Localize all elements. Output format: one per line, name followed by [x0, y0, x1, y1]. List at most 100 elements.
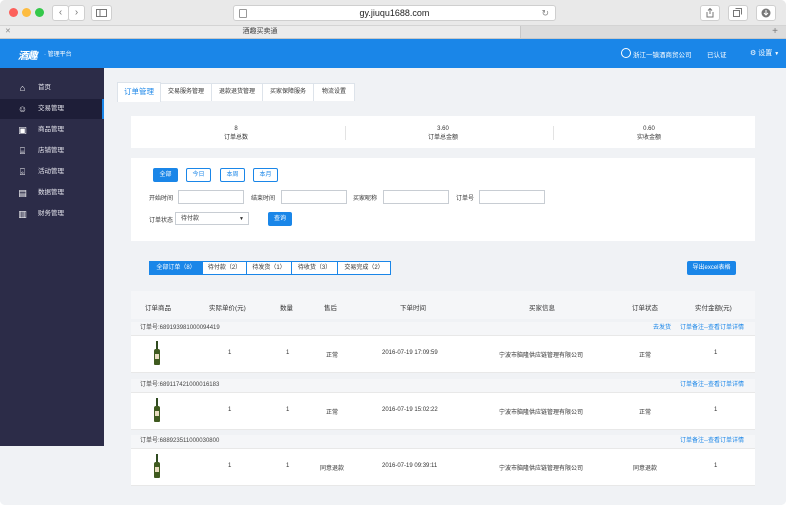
title-bar: ‹ › gy.jiuqu1688.com ↻: [0, 0, 786, 26]
tabs-icon: [733, 8, 742, 17]
tabs-overview-button[interactable]: [728, 5, 748, 21]
browser-tab-title: 酒趣买卖通: [242, 28, 278, 35]
order-header: 订单号:689193981000094419 去发货 订单备注--查看订单详情: [131, 322, 755, 336]
forward-icon: ›: [74, 7, 79, 18]
status-pending-shipment[interactable]: 待发货（1）: [247, 262, 292, 274]
settings-label: 设置: [758, 50, 773, 57]
downloads-button[interactable]: [756, 5, 776, 21]
back-button[interactable]: ‹: [52, 5, 69, 21]
export-excel-button[interactable]: 导出excel表格: [687, 261, 736, 275]
verified-badge: 已认证: [707, 52, 727, 59]
sidebar-item-data[interactable]: ▤ 数据管理: [0, 183, 104, 203]
col-status: 订单状态: [632, 305, 658, 312]
close-window-button[interactable]: [9, 8, 18, 17]
chevron-down-icon: ▼: [774, 51, 780, 57]
order-no-input[interactable]: [479, 190, 545, 204]
status-completed[interactable]: 交易完成（2）: [338, 262, 390, 274]
browser-tab[interactable]: ✕ 酒趣买卖通: [0, 26, 521, 38]
stat-received-amount: 0.60 实收金额: [636, 126, 661, 141]
order-actions-link[interactable]: 订单备注--查看订单详情: [680, 435, 744, 448]
col-buyer: 买家信息: [529, 305, 555, 312]
sidebar-item-activity[interactable]: ⌺ 活动管理: [0, 162, 104, 182]
wine-bottle-image: [154, 454, 160, 478]
sidebar-item-trade[interactable]: ☺ 交易管理: [0, 99, 104, 119]
wine-bottle-image: [154, 398, 160, 422]
sidebar-item-shop[interactable]: ⌸ 店铺管理: [0, 141, 104, 161]
page-icon: [239, 9, 247, 18]
platform-subtitle: · 管理平台: [44, 52, 72, 58]
order-id: 订单号:689193981000094419: [140, 325, 220, 331]
table-row: 1 1 正常 2016-07-19 17:09:59 宁波市脑隆供应链管理有限公…: [131, 336, 755, 373]
back-icon: ‹: [58, 7, 63, 18]
home-icon: ⌂: [19, 83, 26, 93]
wine-bottle-image: [154, 341, 160, 365]
start-time-label: 开始时间: [149, 196, 174, 202]
col-quantity: 数量: [280, 305, 293, 312]
share-button[interactable]: [700, 5, 720, 21]
sidebar-item-label: 交易管理: [38, 105, 64, 112]
gear-icon: ⚙: [750, 50, 757, 57]
tab-orders[interactable]: 订单管理: [117, 82, 161, 102]
stats-card: 8 订单总数 3.60 订单总金额 0.60 实收金额: [131, 116, 755, 148]
main-content: 订单管理 交易服务管理 退款退货管理 买家保障服务 物流设置 8 订单总数 3.…: [104, 68, 786, 505]
status-pending-receipt[interactable]: 待收货（3）: [292, 262, 338, 274]
tab-refunds[interactable]: 退款退货管理: [211, 83, 263, 101]
filter-all-button[interactable]: 全部: [153, 168, 178, 182]
col-unit-price: 实际单价(元): [209, 305, 246, 312]
ship-link[interactable]: 去发货: [653, 322, 671, 335]
close-tab-icon[interactable]: ✕: [5, 26, 11, 38]
settings-menu[interactable]: ⚙ 设置 ▼: [750, 48, 779, 58]
address-bar[interactable]: gy.jiuqu1688.com ↻: [233, 5, 556, 21]
table-row: 1 1 同意退款 2016-07-19 09:39:11 宁波市脑隆供应链管理有…: [131, 449, 755, 486]
sidebar-item-label: 财务管理: [38, 210, 64, 217]
tab-trade-service[interactable]: 交易服务管理: [160, 83, 212, 101]
sidebar-item-label: 首页: [38, 84, 51, 91]
status-select[interactable]: 待付款 ▼: [175, 212, 249, 225]
logo[interactable]: 酒趣: [18, 47, 38, 62]
stat-order-amount: 3.60 订单总金额: [427, 126, 458, 141]
sidebar-item-label: 店铺管理: [38, 147, 64, 154]
app-header: 酒趣 · 管理平台 浙江一镇酒商贸公司 已认证 ⚙ 设置 ▼: [0, 39, 786, 68]
start-time-input[interactable]: [178, 190, 244, 204]
sidebar-item-products[interactable]: ▣ 商品管理: [0, 120, 104, 140]
gift-icon: ⌺: [19, 167, 26, 177]
sidebar-item-finance[interactable]: ▥ 财务管理: [0, 204, 104, 224]
chart-icon: ▤: [18, 188, 27, 198]
sidebar-toggle-button[interactable]: [91, 5, 112, 21]
filter-week-button[interactable]: 本周: [220, 168, 245, 182]
sidebar-item-home[interactable]: ⌂ 首页: [0, 78, 104, 98]
order-header: 订单号:688923511000030800 订单备注--查看订单详情: [131, 435, 755, 449]
box-icon: ▣: [18, 125, 27, 135]
status-pending-payment[interactable]: 待付款（2）: [203, 262, 247, 274]
minimize-window-button[interactable]: [22, 8, 31, 17]
col-paid: 实付金额(元): [695, 305, 732, 312]
browser-window: ‹ › gy.jiuqu1688.com ↻ ✕ 酒趣买卖通 + 酒趣 · 管理…: [0, 0, 786, 505]
sidebar-item-label: 商品管理: [38, 126, 64, 133]
order-actions-link[interactable]: 订单备注--查看订单详情: [680, 322, 744, 335]
filter-month-button[interactable]: 本月: [253, 168, 278, 182]
shop-name[interactable]: 浙江一镇酒商贸公司: [633, 49, 692, 59]
sidebar-icon: [96, 9, 107, 17]
status-select-value: 待付款: [181, 216, 200, 222]
forward-button[interactable]: ›: [68, 5, 85, 21]
url-text: gy.jiuqu1688.com: [359, 8, 430, 18]
order-no-label: 订单号: [456, 196, 475, 202]
tab-logistics[interactable]: 物流设置: [313, 83, 355, 101]
zoom-window-button[interactable]: [35, 8, 44, 17]
tab-buyer-protection[interactable]: 买家保障服务: [262, 83, 314, 101]
col-product: 订单商品: [145, 305, 171, 312]
end-time-input[interactable]: [281, 190, 347, 204]
table-row: 1 1 正常 2016-07-19 15:02:22 宁波市脑隆供应链管理有限公…: [131, 393, 755, 430]
buyer-name-label: 买家昵称: [353, 196, 378, 202]
user-icon: [621, 48, 631, 58]
stat-order-count: 8 订单总数: [223, 126, 248, 141]
new-tab-icon[interactable]: +: [772, 26, 778, 38]
filter-today-button[interactable]: 今日: [186, 168, 211, 182]
query-button[interactable]: 查询: [268, 212, 292, 226]
reload-icon[interactable]: ↻: [541, 6, 549, 20]
end-time-label: 结束时间: [251, 196, 276, 202]
buyer-name-input[interactable]: [383, 190, 449, 204]
status-all[interactable]: 全部订单（8）: [150, 262, 203, 274]
order-header: 订单号:689117421000016183 订单备注--查看订单详情: [131, 379, 755, 393]
order-actions-link[interactable]: 订单备注--查看订单详情: [680, 379, 744, 392]
